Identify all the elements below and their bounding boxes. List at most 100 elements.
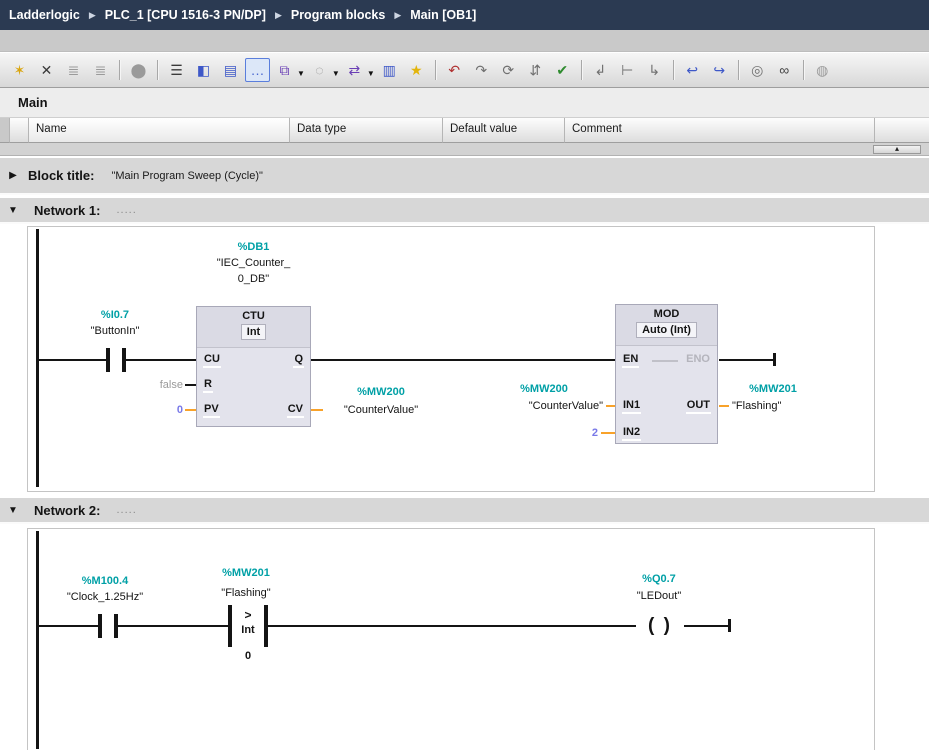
compare-type[interactable]: Int (232, 624, 264, 636)
delete-row-icon[interactable]: ≣ (88, 58, 113, 82)
mod-pin-in1[interactable]: IN1 (622, 399, 641, 414)
close-all-networks-icon[interactable]: ▤ (218, 58, 243, 82)
favorites-icon[interactable]: ★ (404, 58, 429, 82)
ctu-type-dropdown[interactable]: Int (241, 324, 266, 340)
mod-pin-out[interactable]: OUT (686, 399, 711, 414)
mod-type-dropdown[interactable]: Auto (Int) (636, 322, 697, 338)
in2-value[interactable]: 2 (543, 426, 598, 440)
contact-operand-address[interactable]: %I0.7 (50, 308, 180, 322)
eno-dash (652, 360, 678, 362)
ctu-r-value[interactable]: false (123, 378, 183, 392)
block-title-value[interactable]: "Main Program Sweep (Cycle)" (111, 170, 262, 182)
breadcrumb: Ladderlogic ▶ PLC_1 [CPU 1516-3 PN/DP] ▶… (0, 0, 929, 30)
insert-comment-icon[interactable]: ◌ (307, 58, 332, 82)
breadcrumb-item-project[interactable]: Ladderlogic (9, 8, 80, 22)
monitoring-on-off-icon[interactable]: ∞ (772, 58, 797, 82)
column-header-filler (875, 118, 929, 143)
delete-network-icon[interactable]: ✕ (34, 58, 59, 82)
check-block-consistency-icon[interactable]: ✔ (550, 58, 575, 82)
open-branch-icon[interactable]: ▥ (377, 58, 402, 82)
breadcrumb-item-program-blocks[interactable]: Program blocks (291, 8, 385, 22)
collapse-table-button[interactable]: ▴ (873, 145, 921, 154)
column-header-name[interactable]: Name (29, 118, 290, 143)
gutter-cell (10, 118, 29, 143)
db-name-line1[interactable]: "IEC_Counter_ (196, 256, 311, 270)
insert-network-icon[interactable]: ✶ (7, 58, 32, 82)
wire (39, 625, 98, 627)
ctu-counter-block[interactable]: CTU Int CU Q R PV CV (196, 306, 311, 427)
interface-table-header: Name Data type Default value Comment (0, 118, 929, 143)
network1-label[interactable]: Network 1: (34, 203, 100, 218)
update-block-call-icon[interactable]: ⟳ (496, 58, 521, 82)
close-branch-icon[interactable]: ↳ (642, 58, 667, 82)
mod-block[interactable]: MOD Auto (Int) EN ENO IN1 IN2 OUT (615, 304, 718, 444)
compare-operand-name[interactable]: "Flashing" (186, 586, 306, 600)
column-header-data-type[interactable]: Data type (290, 118, 443, 143)
contact-bar (98, 614, 102, 638)
mod-pin-en[interactable]: EN (622, 353, 639, 368)
dropdown-arrow-icon[interactable]: ▼ (297, 69, 305, 78)
compare-operand-address[interactable]: %MW201 (186, 566, 306, 580)
contact-operand-name[interactable]: "ButtonIn" (50, 324, 180, 338)
ctu-pv-value[interactable]: 0 (123, 403, 183, 417)
wire (39, 359, 106, 361)
search-icon[interactable]: ◎ (745, 58, 770, 82)
keep-layout-icon[interactable]: ⬤ (126, 58, 151, 82)
column-header-default-value[interactable]: Default value (443, 118, 565, 143)
collapse-networks-icon[interactable]: ☰ (164, 58, 189, 82)
clock-contact-name[interactable]: "Clock_1.25Hz" (40, 590, 170, 604)
mod-pin-in2[interactable]: IN2 (622, 426, 641, 441)
editor-toolbar: ✶✕≣≣⬤☰◧▤…⧉▼◌▼⇄▼▥★↶↷⟳⇵✔↲⊢↳↩↪◎∞◍ (0, 52, 929, 88)
cv-operand-address[interactable]: %MW200 (325, 385, 437, 399)
cv-operand-name[interactable]: "CounterValue" (325, 403, 437, 417)
expand-all-networks-icon[interactable]: ◧ (191, 58, 216, 82)
dropdown-arrow-icon[interactable]: ▼ (332, 69, 340, 78)
orange-wire (601, 432, 615, 434)
coil-operand-address[interactable]: %Q0.7 (599, 572, 719, 586)
navigate-forward-icon[interactable]: ↪ (707, 58, 732, 82)
breadcrumb-item-plc[interactable]: PLC_1 [CPU 1516-3 PN/DP] (105, 8, 266, 22)
network-comments-toggle-icon[interactable]: … (245, 58, 270, 82)
ctu-pin-cv[interactable]: CV (287, 403, 304, 418)
breadcrumb-arrow-icon: ▶ (394, 9, 401, 21)
ctu-pin-cu[interactable]: CU (203, 353, 221, 368)
collapse-arrow-icon[interactable]: ▼ (6, 505, 20, 516)
collapse-arrow-icon[interactable]: ▼ (6, 205, 20, 216)
db-address[interactable]: %DB1 (196, 240, 311, 254)
in1-operand-address[interactable]: %MW200 (485, 382, 603, 396)
network1-comment-placeholder[interactable]: ..... (116, 204, 136, 216)
table-splitter[interactable]: ▴ (0, 143, 929, 156)
mod-block-header: MOD Auto (Int) (616, 305, 717, 346)
db-name-line2[interactable]: 0_DB" (196, 272, 311, 286)
clock-contact-address[interactable]: %M100.4 (40, 574, 170, 588)
insert-branch-icon[interactable]: ↲ (588, 58, 613, 82)
column-header-comment[interactable]: Comment (565, 118, 875, 143)
insert-move-operation-icon[interactable]: ⇄ (342, 58, 367, 82)
synchronize-online-offline-icon[interactable]: ⇵ (523, 58, 548, 82)
coil-symbol[interactable]: ( ) (636, 613, 684, 639)
rung-end-tick (728, 619, 731, 632)
ctu-pin-r[interactable]: R (203, 378, 213, 393)
breadcrumb-item-main-ob1[interactable]: Main [OB1] (410, 8, 476, 22)
out-operand-name[interactable]: "Flashing" (732, 399, 842, 413)
dropdown-arrow-icon[interactable]: ▼ (367, 69, 375, 78)
toolbar-separator (803, 60, 804, 80)
network2-comment-placeholder[interactable]: ..... (116, 504, 136, 516)
in1-operand-name[interactable]: "CounterValue" (475, 399, 603, 413)
ctu-pin-q[interactable]: Q (293, 353, 304, 368)
insert-rung-icon[interactable]: ⊢ (615, 58, 640, 82)
know-how-protection-icon[interactable]: ◍ (810, 58, 835, 82)
network2-label[interactable]: Network 2: (34, 503, 100, 518)
out-operand-address[interactable]: %MW201 (728, 382, 818, 396)
compare-operator[interactable]: > (232, 608, 264, 622)
expand-arrow-icon[interactable]: ▶ (6, 170, 20, 181)
compare-value[interactable]: 0 (232, 650, 264, 662)
go-to-previous-error-icon[interactable]: ↶ (442, 58, 467, 82)
insert-row-icon[interactable]: ≣ (61, 58, 86, 82)
insert-box-icon[interactable]: ⧉ (272, 58, 297, 82)
navigate-backward-icon[interactable]: ↩ (680, 58, 705, 82)
ctu-pin-pv[interactable]: PV (203, 403, 220, 418)
toolbar-separator (581, 60, 582, 80)
coil-operand-name[interactable]: "LEDout" (599, 589, 719, 603)
go-to-next-error-icon[interactable]: ↷ (469, 58, 494, 82)
